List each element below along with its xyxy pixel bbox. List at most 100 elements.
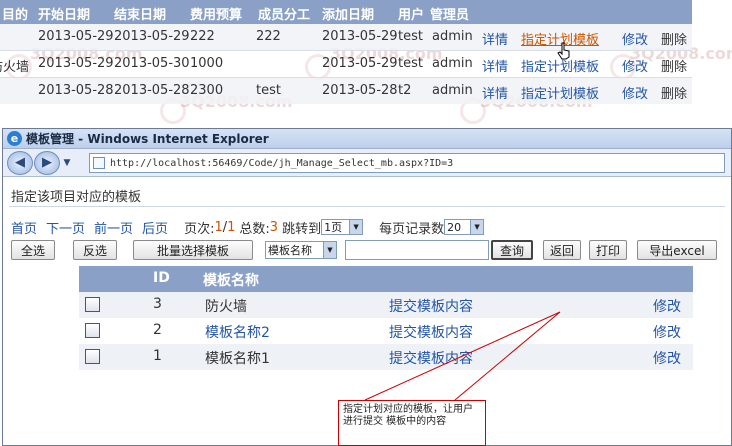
plan-table-header: 目的 开始日期 结束日期 费用预算 成员分工 添加日期 用户 管理员 [0,0,692,24]
plan-row: 2013-05-29 2013-05-29 222 222 2013-05-29… [0,24,692,50]
row-checkbox[interactable] [85,349,100,364]
page-current: 1 [214,219,223,235]
submit-template-link[interactable]: 提交模板内容 [389,348,473,368]
forward-arrow-icon[interactable]: ▶ [34,150,60,175]
edit-link[interactable]: 修改 [622,83,648,102]
page-total: 1 [227,219,236,235]
select-all-button[interactable]: 全选 [11,240,55,260]
col-start-date: 开始日期 [38,8,91,23]
browser-titlebar[interactable]: e 模板管理 - Windows Internet Explorer [3,129,731,149]
delete-link[interactable]: 删除 [661,83,687,102]
edit-link[interactable]: 修改 [653,348,681,368]
col-admin: 管理员 [430,8,470,23]
table-row: 1 模板名称1 提交模板内容 修改 [79,344,693,370]
page-label: 页次: [184,221,215,237]
first-page-link[interactable]: 首页 [11,218,37,237]
toolbar: 全选 反选 批量选择模板 模板名称 ▼ 查询 返回 打印 导出excel [3,240,731,262]
col-purpose: 目的 [2,8,29,23]
total-label: 总数: [239,221,270,237]
delete-link[interactable]: 删除 [661,29,687,48]
submit-template-link[interactable]: 提交模板内容 [389,322,473,342]
col-user: 用户 [398,8,425,23]
cell-division: 222 [256,29,281,44]
last-page-link[interactable]: 后页 [142,218,168,237]
per-page-select[interactable]: 20 ▼ [444,219,485,235]
edit-link[interactable]: 修改 [653,322,681,342]
col-template-name: 模板名称 [203,273,259,289]
title-divider [9,206,725,207]
col-division: 成员分工 [258,8,311,23]
cell-division: test [256,83,281,98]
delete-link[interactable]: 删除 [661,56,687,75]
detail-link[interactable]: 详情 [482,83,508,102]
assign-template-link[interactable]: 指定计划模板 [521,83,599,102]
total-count: 3 [269,219,279,235]
chevron-down-icon: ▼ [323,242,336,258]
plan-row: 2013-05-28 2013-05-28 2300 test 2013-05-… [0,78,692,104]
back-button[interactable]: 返回 [543,240,581,260]
cell-admin: admin [432,29,473,44]
cell-start: 2013-05-29 [38,56,114,71]
col-budget: 费用预算 [190,8,243,23]
edit-link[interactable]: 修改 [622,56,648,75]
edit-link[interactable]: 修改 [653,296,681,316]
cell-admin: admin [432,56,473,71]
col-id: ID [153,270,170,286]
per-page-value: 20 [447,220,462,234]
annotation-callout: 指定计划对应的模板，让用户进行提交 模板中的内容 [338,400,486,446]
submit-template-link[interactable]: 提交模板内容 [389,296,473,316]
search-field-select[interactable]: 模板名称 ▼ [265,241,337,259]
page-title: 指定该项目对应的模板 [11,190,142,205]
template-table: ID 模板名称 3 防火墙 提交模板内容 修改 2 模板名称2 提交模板内容 修… [79,266,693,370]
edit-link[interactable]: 修改 [622,29,648,48]
template-table-header: ID 模板名称 [79,266,693,292]
cell-end: 2013-05-29 [114,29,190,44]
browser-window: e 模板管理 - Windows Internet Explorer ◀ ▶ ▼… [2,128,732,446]
browser-navbar: ◀ ▶ ▼ http://localhost:56469/Code/jh_Man… [3,149,731,177]
batch-select-button[interactable]: 批量选择模板 [133,240,253,260]
cell-budget: 2300 [190,83,224,98]
per-page-label: 每页记录数 [379,221,445,237]
cell-added: 2013-05-28 [322,83,398,98]
col-end-date: 结束日期 [114,8,167,23]
next-page-link[interactable]: 下一页 [46,218,85,237]
address-url: http://localhost:56469/Code/jh_Manage_Se… [110,157,454,169]
search-input[interactable] [345,240,489,260]
print-button[interactable]: 打印 [589,240,627,260]
cell-budget: 222 [190,29,215,44]
plan-row: 防火墙 2013-05-29 2013-05-30 1000 2013-05-2… [0,51,692,77]
detail-link[interactable]: 详情 [482,56,508,75]
cell-id: 3 [153,296,162,312]
cell-template-name: 防火墙 [205,299,247,315]
cell-id: 1 [153,348,162,364]
hand-cursor-icon [557,42,570,60]
cell-template-name[interactable]: 模板名称2 [205,322,270,342]
row-checkbox[interactable] [85,297,100,312]
invert-selection-button[interactable]: 反选 [73,240,117,260]
cell-added: 2013-05-29 [322,56,398,71]
address-bar[interactable]: http://localhost:56469/Code/jh_Manage_Se… [89,153,725,173]
jump-page-select[interactable]: 1页 ▼ [321,219,364,235]
row-checkbox[interactable] [85,323,100,338]
back-arrow-icon[interactable]: ◀ [7,150,33,175]
cell-start: 2013-05-29 [38,29,114,44]
cell-id: 2 [153,322,162,338]
pager: 首页 下一页 前一页 后页 页次: 1 / 1 总数: 3 跳转到 1页 ▼ 每… [11,218,485,237]
cell-user: test [398,56,423,71]
query-button[interactable]: 查询 [491,240,533,260]
detail-link[interactable]: 详情 [482,29,508,48]
history-dropdown-icon[interactable]: ▼ [61,152,73,174]
cell-admin: admin [432,83,473,98]
search-field-value: 模板名称 [268,244,312,257]
plan-table: 目的 开始日期 结束日期 费用预算 成员分工 添加日期 用户 管理员 2013-… [0,0,692,108]
prev-page-link[interactable]: 前一页 [94,218,133,237]
cell-start: 2013-05-28 [38,83,114,98]
export-excel-button[interactable]: 导出excel [637,240,717,260]
cell-budget: 1000 [190,56,224,71]
cell-end: 2013-05-28 [114,83,190,98]
col-added-date: 添加日期 [322,8,375,23]
cell-user: t2 [398,83,412,98]
page-icon [93,157,105,169]
chevron-down-icon: ▼ [470,220,484,234]
window-title: 模板管理 - Windows Internet Explorer [26,132,269,146]
